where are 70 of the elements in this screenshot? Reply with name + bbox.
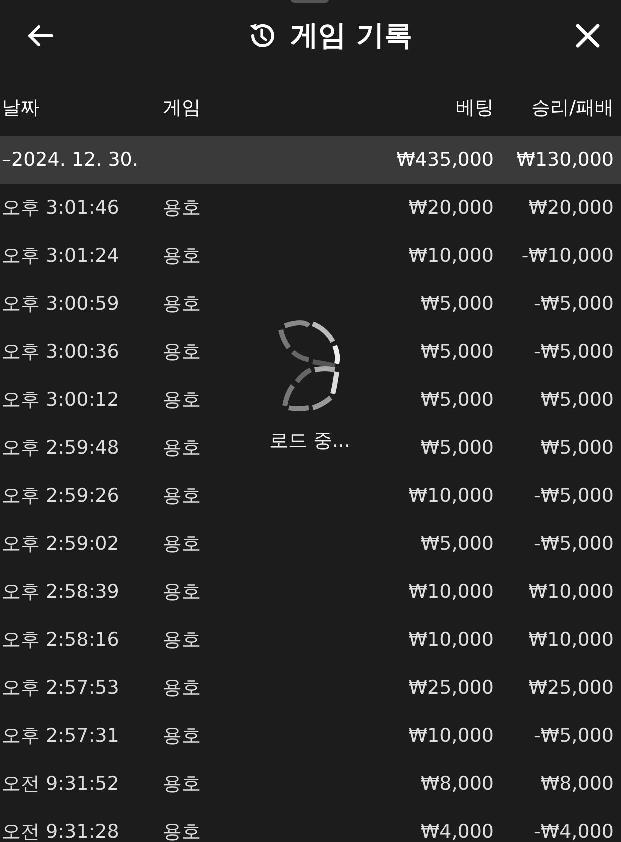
back-arrow-icon[interactable] — [26, 24, 54, 48]
table-cell-text: 오후 2:59:48 — [1, 436, 120, 461]
table-cell-text: 용호 — [163, 628, 201, 653]
table-cell-text: ₩5,000 — [540, 389, 614, 411]
group-result-total: ₩130,000 — [516, 149, 614, 171]
table-cell-text: 용호 — [163, 724, 201, 749]
window-title: 게임 기록 — [290, 18, 412, 54]
table-cell-text: -₩4,000 — [532, 821, 614, 842]
table-cell-text: 용호 — [163, 772, 201, 797]
table-cell: ₩10,000 — [408, 245, 494, 267]
drag-handle[interactable] — [291, 0, 329, 3]
table-cell-text: 오후 3:01:46 — [1, 196, 120, 221]
table-cell-text: 용호 — [163, 580, 201, 605]
table-cell: ₩5,000 — [420, 341, 494, 363]
column-header: 게임 — [163, 96, 201, 121]
table-cell-text: ₩5,000 — [540, 437, 614, 459]
table-cell-text: -₩10,000 — [520, 245, 614, 267]
table-cell-text: ₩25,000 — [528, 677, 614, 699]
table-cell-text: ₩10,000 — [528, 581, 614, 603]
table-cell-text: 용호 — [163, 820, 201, 842]
table-cell: ₩10,000 — [408, 629, 494, 651]
table-cell-text: 오후 2:57:31 — [1, 724, 120, 749]
table-cell: ₩5,000 — [420, 389, 494, 411]
table-cell-text: -₩5,000 — [532, 725, 614, 747]
table-cell-text: ₩8,000 — [540, 773, 614, 795]
table-cell-text: 오전 9:31:52 — [1, 772, 120, 797]
table-cell: ₩20,000 — [408, 197, 494, 219]
table-cell-text: 오후 3:01:24 — [1, 244, 120, 269]
column-header: 베팅 — [456, 96, 494, 121]
table-cell-text: 용호 — [163, 196, 201, 221]
table-cell-text: 용호 — [163, 484, 201, 509]
table-cell-text: 용호 — [163, 292, 201, 317]
column-header: 날짜 — [1, 96, 41, 121]
table-cell-text: ₩10,000 — [528, 629, 614, 651]
table-cell-text: -₩5,000 — [532, 533, 614, 555]
table-cell-text: 오후 2:58:16 — [1, 628, 120, 653]
table-cell: ₩10,000 — [408, 581, 494, 603]
table-cell-text: 용호 — [163, 340, 201, 365]
table-cell-text: 오전 9:31:28 — [1, 820, 120, 842]
table-cell: ₩4,000 — [420, 821, 494, 842]
table-cell-text: 오후 3:00:59 — [1, 292, 120, 317]
close-icon[interactable] — [575, 23, 601, 49]
table-cell-text: 오후 2:59:26 — [1, 484, 120, 509]
table-cell-text: 용호 — [163, 244, 201, 269]
table-cell: ₩8,000 — [420, 773, 494, 795]
table-cell-text: -₩5,000 — [532, 485, 614, 507]
table-cell-text: 오후 2:57:53 — [1, 676, 120, 701]
table-cell-text: -₩5,000 — [532, 293, 614, 315]
table-cell: ₩5,000 — [420, 533, 494, 555]
table-cell-text: 용호 — [163, 436, 201, 461]
table-cell-text: ₩20,000 — [528, 197, 614, 219]
table-cell: ₩25,000 — [408, 677, 494, 699]
table-cell-text: 오후 3:00:12 — [1, 388, 120, 413]
table-cell-text: 용호 — [163, 532, 201, 557]
table-cell: ₩5,000 — [420, 437, 494, 459]
loading-label: 로드 중... — [269, 429, 351, 454]
date-group-row[interactable]: –2024. 12. 30. ₩435,000 ₩130,000 — [0, 136, 621, 184]
group-bet-total: ₩435,000 — [396, 149, 494, 171]
table-cell-text: -₩5,000 — [532, 341, 614, 363]
table-cell: ₩10,000 — [408, 725, 494, 747]
table-cell-text: 용호 — [163, 388, 201, 413]
table-cell-text: 오후 2:58:39 — [1, 580, 120, 605]
spinner-icon — [277, 320, 343, 412]
table-cell: ₩10,000 — [408, 485, 494, 507]
table-cell: ₩5,000 — [420, 293, 494, 315]
table-cell-text: 용호 — [163, 676, 201, 701]
group-date: –2024. 12. 30. — [1, 149, 138, 171]
table-cell-text: 오후 2:59:02 — [1, 532, 120, 557]
table-cell-text: 오후 3:00:36 — [1, 340, 120, 365]
column-header: 승리/패배 — [530, 96, 614, 121]
